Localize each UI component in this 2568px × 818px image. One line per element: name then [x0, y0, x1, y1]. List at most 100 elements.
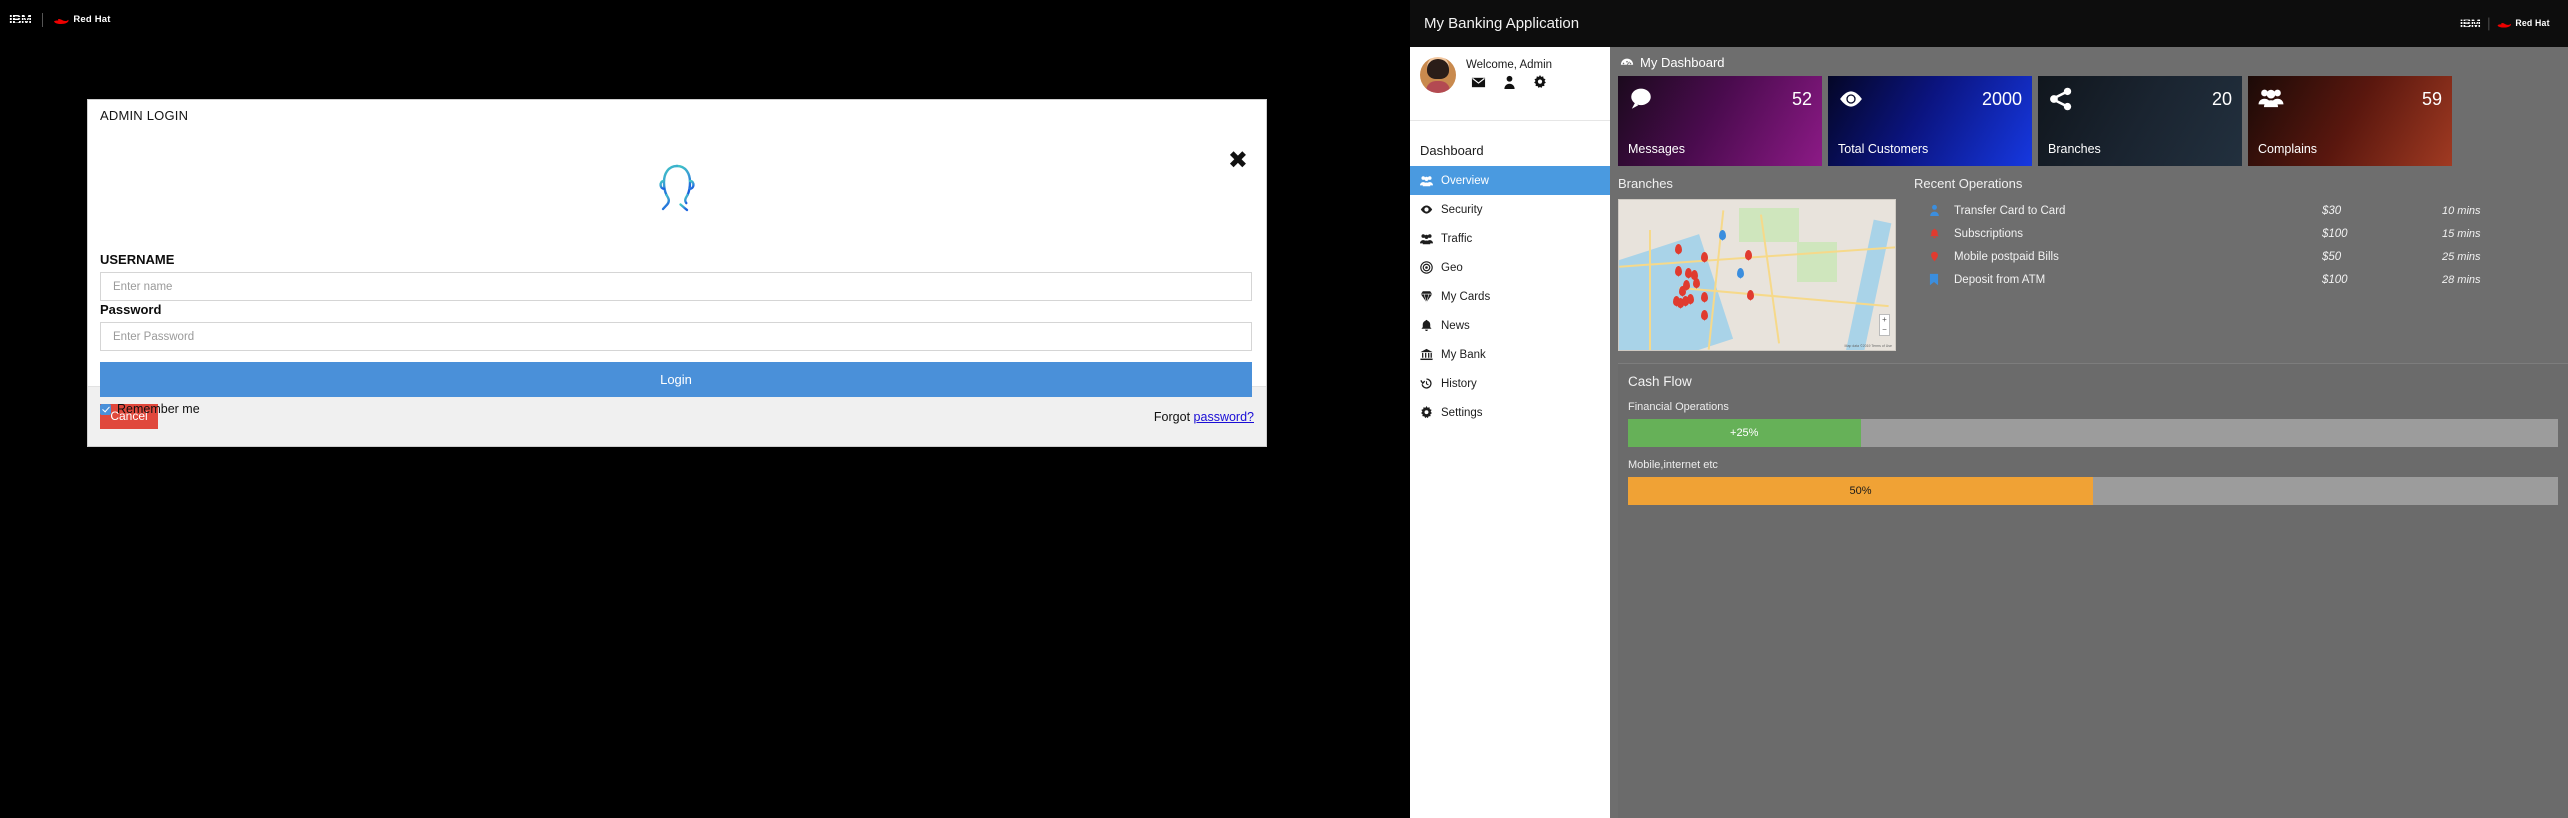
- cash-flow-bar-label: Financial Operations: [1628, 401, 1729, 413]
- sidebar-item-traffic[interactable]: Traffic: [1410, 224, 1610, 253]
- bookmark-icon: [1929, 273, 1939, 286]
- modal-title: ADMIN LOGIN: [100, 107, 189, 123]
- stat-card-complains[interactable]: 59 Complains: [2248, 76, 2452, 166]
- map-pin[interactable]: [1693, 278, 1700, 288]
- avatar[interactable]: [1420, 57, 1456, 93]
- map-pin-blue[interactable]: [1719, 230, 1726, 240]
- operation-amount: $100: [2322, 273, 2348, 286]
- envelope-icon[interactable]: [1471, 75, 1486, 90]
- stat-card-value: 52: [1791, 88, 1812, 109]
- map-pin[interactable]: [1687, 294, 1694, 304]
- map-pin[interactable]: [1747, 290, 1754, 300]
- remember-me-label: Remember me: [117, 402, 200, 416]
- operation-time: 28 mins: [2442, 273, 2481, 286]
- map-pin[interactable]: [1701, 292, 1708, 302]
- screen-root: IBM Red Hat ADMIN LOGIN ✖ USERNAME Enter…: [0, 0, 2568, 818]
- redhat-brand: Red Hat: [53, 14, 110, 25]
- login-button-label: Login: [660, 372, 692, 387]
- map-park-area: [1739, 208, 1799, 242]
- map-pin[interactable]: [1675, 266, 1682, 276]
- sidebar-item-overview[interactable]: Overview: [1410, 166, 1610, 195]
- remember-me-checkbox[interactable]: [100, 403, 111, 415]
- stat-card-messages[interactable]: 52 Messages: [1618, 76, 1822, 166]
- sidebar-item-news[interactable]: News: [1410, 311, 1610, 340]
- speech-bubble-icon: [1631, 88, 1651, 109]
- map-zoom-in[interactable]: +: [1880, 315, 1889, 325]
- operation-name: Subscriptions: [1954, 227, 2024, 240]
- login-button[interactable]: Login: [100, 362, 1252, 397]
- sidebar-item-my-cards[interactable]: My Cards: [1410, 282, 1610, 311]
- sidebar-quick-icons: [1471, 75, 1547, 90]
- password-input[interactable]: Enter Password: [100, 322, 1252, 351]
- close-icon[interactable]: ✖: [1228, 148, 1248, 172]
- map-zoom-controls[interactable]: + −: [1879, 314, 1890, 336]
- remember-me-row[interactable]: Remember me: [100, 402, 200, 416]
- stat-card-label: Complains: [2258, 142, 2318, 156]
- operation-amount: $50: [2322, 250, 2342, 263]
- redhat-fedora-icon-right: [2498, 23, 2512, 28]
- sidebar-item-my-bank[interactable]: My Bank: [1410, 340, 1610, 369]
- operation-row[interactable]: Mobile postpaid Bills $50 25 mins: [1914, 245, 2562, 268]
- forgot-password-link[interactable]: password?: [1194, 410, 1254, 424]
- dashboard-main: Welcome, Admin Dashboard Overview Securi…: [1410, 47, 2568, 818]
- map-pin[interactable]: [1679, 286, 1686, 296]
- user-icon: [1929, 204, 1939, 216]
- recent-operations-title: Recent Operations: [1914, 176, 2023, 191]
- dashboard-content: My Dashboard 52 Messages 2000 Total Cust…: [1610, 47, 2568, 818]
- map-pin[interactable]: [1745, 250, 1752, 260]
- operation-icon-wrap: [1914, 250, 1954, 263]
- cash-flow-bar-label: Mobile,internet etc: [1628, 459, 1718, 471]
- users-icon: [1420, 234, 1433, 245]
- map-pin[interactable]: [1675, 244, 1682, 254]
- sidebar-item-label: My Cards: [1441, 290, 1491, 303]
- ibm-logo-right: IBM: [2460, 16, 2481, 31]
- sidebar-section-title: Dashboard: [1420, 143, 1484, 158]
- stat-card-label: Messages: [1628, 142, 1685, 156]
- branches-panel: Branches + − Map data ©2019 Terms of Use: [1618, 176, 1900, 351]
- redhat-wordmark: Red Hat: [73, 14, 111, 25]
- eye-icon: [1420, 205, 1433, 214]
- ibm-redhat-brand-bar-right: IBM Red Hat: [2459, 17, 2550, 31]
- map-pin[interactable]: [1701, 310, 1708, 320]
- operation-name: Transfer Card to Card: [1954, 204, 2066, 217]
- stat-card-total-customers[interactable]: 2000 Total Customers: [1828, 76, 2032, 166]
- operation-time: 10 mins: [2442, 204, 2481, 217]
- stat-card-top: 20: [2048, 86, 2232, 112]
- sidebar-item-history[interactable]: History: [1410, 369, 1610, 398]
- ibm-redhat-brand-bar: IBM Red Hat: [8, 12, 111, 27]
- sidebar-item-settings[interactable]: Settings: [1410, 398, 1610, 427]
- recent-operations-panel: Recent Operations Transfer Card to Card …: [1914, 176, 2568, 351]
- operation-time: 15 mins: [2442, 227, 2481, 240]
- operation-row[interactable]: Transfer Card to Card $30 10 mins: [1914, 199, 2562, 222]
- branches-map[interactable]: + − Map data ©2019 Terms of Use: [1618, 199, 1896, 351]
- map-attribution: Map data ©2019 Terms of Use: [1844, 344, 1892, 348]
- operation-row[interactable]: Deposit from ATM $100 28 mins: [1914, 268, 2562, 291]
- username-input[interactable]: Enter name: [100, 272, 1252, 301]
- sidebar-item-label: Security: [1441, 203, 1483, 216]
- stat-card-value: 20: [2211, 88, 2232, 109]
- diamond-icon: [1420, 291, 1433, 303]
- banking-dashboard-pane: My Banking Application IBM Red Hat Welco…: [1410, 0, 2568, 818]
- dashboard-topbar: My Banking Application IBM Red Hat: [1410, 0, 2568, 47]
- operation-row[interactable]: Subscriptions $100 15 mins: [1914, 222, 2562, 245]
- sidebar-item-label: History: [1441, 377, 1477, 390]
- map-zoom-out[interactable]: −: [1880, 325, 1889, 335]
- gear-icon[interactable]: [1533, 75, 1547, 89]
- user-icon[interactable]: [1503, 75, 1516, 90]
- target-icon: [1420, 261, 1433, 274]
- dashboard-icon: [1620, 58, 1634, 65]
- map-pin-blue[interactable]: [1737, 268, 1744, 278]
- sidebar-item-security[interactable]: Security: [1410, 195, 1610, 224]
- forgot-password-block: Forgot password?: [1154, 410, 1254, 424]
- stat-card-branches[interactable]: 20 Branches: [2038, 76, 2242, 166]
- login-application-pane: IBM Red Hat ADMIN LOGIN ✖ USERNAME Enter…: [0, 0, 1410, 818]
- dashboard-header-label: My Dashboard: [1640, 55, 1725, 70]
- bank-icon: [1420, 348, 1433, 361]
- redhat-wordmark-right: Red Hat: [2515, 18, 2551, 29]
- brand-divider-right: [2489, 17, 2490, 30]
- cash-flow-bar-value: +25%: [1730, 427, 1759, 439]
- map-pin[interactable]: [1701, 252, 1708, 262]
- cash-flow-panel: Cash Flow Financial Operations +25% Mobi…: [1618, 363, 2568, 818]
- modal-body: ✖ USERNAME Enter name Password Enter Pas…: [88, 130, 1266, 416]
- sidebar-item-geo[interactable]: Geo: [1410, 253, 1610, 282]
